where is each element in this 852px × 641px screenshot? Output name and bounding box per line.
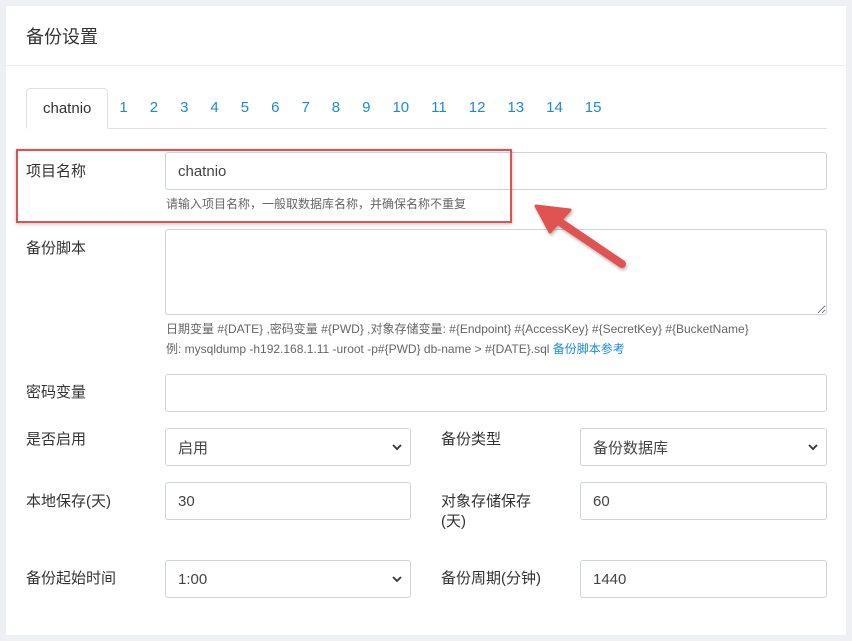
tab-5[interactable]: 5 [230, 88, 260, 128]
backup-script-label: 备份脚本 [26, 240, 87, 257]
period-label: 备份周期(分钟) [441, 570, 541, 587]
tab-13[interactable]: 13 [496, 88, 535, 128]
tab-1[interactable]: 1 [108, 88, 138, 128]
chevron-down-icon [392, 444, 402, 451]
enabled-label: 是否启用 [26, 431, 87, 448]
tab-15[interactable]: 15 [574, 88, 613, 128]
tab-4[interactable]: 4 [199, 88, 229, 128]
oss-keep-value: 60 [593, 492, 610, 510]
page-title: 备份设置 [26, 26, 98, 47]
script-reference-link[interactable]: 备份脚本参考 [553, 342, 625, 356]
tab-2[interactable]: 2 [139, 88, 169, 128]
script-vars-help: 日期变量 #{DATE} ,密码变量 #{PWD} ,对象存储变量: #{End… [166, 322, 749, 336]
tab-6[interactable]: 6 [260, 88, 290, 128]
oss-keep-input[interactable]: 60 [580, 482, 827, 520]
backup-script-textarea[interactable] [165, 229, 827, 315]
oss-keep-label-line1: 对象存储保存 [441, 493, 532, 510]
period-value: 1440 [593, 570, 627, 588]
red-arrow-icon [534, 204, 626, 268]
script-example-help: 例: mysqldump -h192.168.1.11 -uroot -p#{P… [166, 339, 625, 359]
highlight-box [16, 149, 512, 223]
period-input[interactable]: 1440 [580, 560, 827, 598]
backup-settings-card: 备份设置 chatnio 1 2 3 4 5 6 7 8 9 10 11 12 13 14 15 项目名称 c… [6, 6, 846, 635]
tab-11[interactable]: 11 [420, 88, 458, 128]
tab-10[interactable]: 10 [381, 88, 420, 128]
start-time-select[interactable]: 1:00 [165, 560, 411, 598]
tab-chatnio[interactable]: chatnio [26, 88, 109, 129]
local-keep-label: 本地保存(天) [26, 493, 111, 510]
backup-type-value: 备份数据库 [593, 439, 669, 457]
tab-12[interactable]: 12 [458, 88, 497, 128]
oss-keep-label-line2: (天) [441, 513, 466, 530]
tab-8[interactable]: 8 [321, 88, 351, 128]
tab-3[interactable]: 3 [169, 88, 199, 128]
start-time-value: 1:00 [178, 570, 208, 588]
script-example-text: 例: mysqldump -h192.168.1.11 -uroot -p#{P… [166, 342, 550, 356]
enabled-value: 启用 [178, 439, 209, 457]
tab-9[interactable]: 9 [351, 88, 381, 128]
oss-keep-label: 对象存储保存 (天) [441, 492, 531, 532]
chevron-down-icon [808, 444, 818, 451]
enabled-select[interactable]: 启用 [165, 428, 411, 466]
tab-7[interactable]: 7 [290, 88, 320, 128]
chevron-down-icon [392, 576, 402, 583]
password-var-label: 密码变量 [26, 384, 87, 401]
card-header: 备份设置 [6, 6, 846, 66]
tab-14[interactable]: 14 [535, 88, 574, 128]
password-var-input[interactable] [165, 374, 827, 412]
backup-type-select[interactable]: 备份数据库 [580, 428, 827, 466]
local-keep-value: 30 [178, 492, 195, 510]
start-time-label: 备份起始时间 [26, 570, 117, 587]
local-keep-input[interactable]: 30 [165, 482, 411, 520]
backup-type-label: 备份类型 [441, 431, 502, 448]
tab-bar: chatnio 1 2 3 4 5 6 7 8 9 10 11 12 13 14 15 [26, 87, 827, 129]
